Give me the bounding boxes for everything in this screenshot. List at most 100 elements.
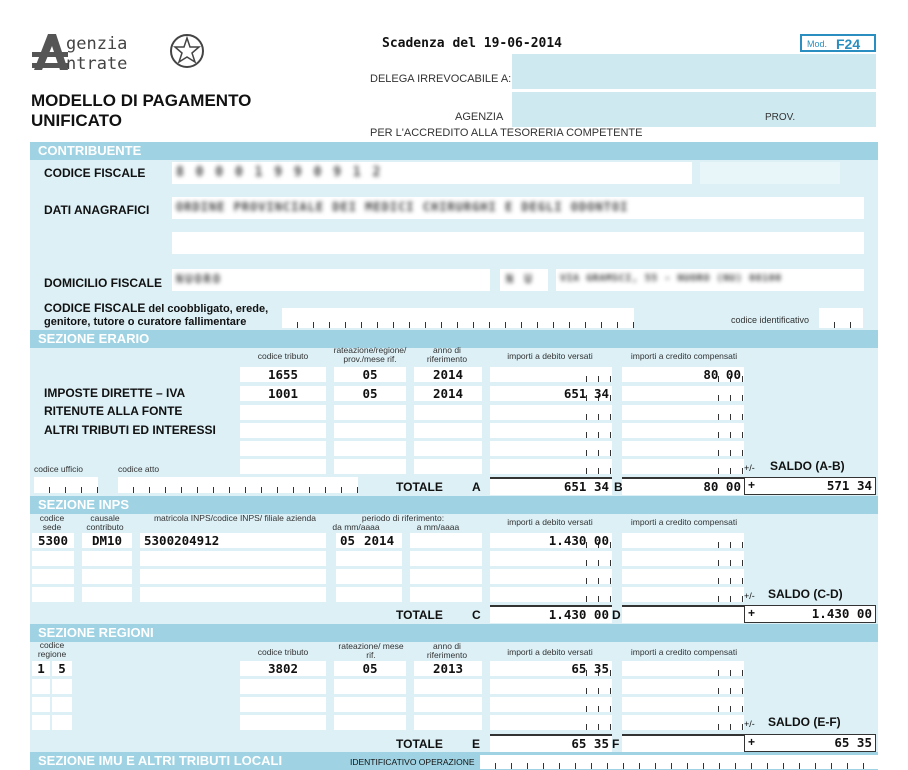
codice-ufficio-field[interactable] <box>34 477 98 493</box>
erario-debito-cell[interactable] <box>490 367 612 382</box>
regioni-credito-cell[interactable] <box>622 697 744 712</box>
erario-anno-cell[interactable]: 2014 <box>414 386 482 401</box>
regioni-codice-tributo-cell[interactable] <box>240 679 326 694</box>
inps-credito-cell[interactable] <box>622 587 744 602</box>
regioni-anno-cell[interactable]: 2013 <box>414 661 482 676</box>
regioni-totale-f-letter: F <box>612 737 620 751</box>
inps-matricola-cell[interactable]: 5300204912 <box>140 533 326 548</box>
erario-anno-cell[interactable] <box>414 441 482 456</box>
regioni-codice-regione-cell-2[interactable] <box>52 697 72 712</box>
erario-anno-cell[interactable] <box>414 405 482 420</box>
inps-a-cell[interactable] <box>410 587 482 602</box>
inps-sede-cell[interactable] <box>32 587 74 602</box>
inps-da-cell[interactable] <box>336 587 402 602</box>
erario-codice-cell[interactable] <box>240 423 326 438</box>
erario-codice-cell[interactable] <box>240 459 326 474</box>
inps-credito-cell[interactable] <box>622 569 744 584</box>
inps-matricola-cell[interactable] <box>140 569 326 584</box>
ragione-sociale-field[interactable]: ORDINE PROVINCIALE DEI MEDICI CHIRURGHI … <box>172 197 864 219</box>
regioni-codice-regione-cell-1[interactable]: 1 <box>32 661 50 676</box>
inps-matricola-cell[interactable] <box>140 587 326 602</box>
codice-identificativo-field[interactable] <box>819 308 863 328</box>
regioni-codice-tributo-cell[interactable]: 3802 <box>240 661 326 676</box>
erario-credito-cell[interactable] <box>622 423 744 438</box>
inps-sede-cell[interactable] <box>32 551 74 566</box>
erario-anno-cell[interactable]: 2014 <box>414 367 482 382</box>
inps-da-cell[interactable] <box>336 551 402 566</box>
codice-atto-field[interactable] <box>118 477 358 493</box>
inps-debito-cell[interactable] <box>490 551 612 566</box>
erario-codice-cell[interactable] <box>240 441 326 456</box>
regioni-credito-cell[interactable] <box>622 715 744 730</box>
erario-codice-cell[interactable] <box>240 405 326 420</box>
erario-credito-cell[interactable] <box>622 405 744 420</box>
regioni-codice-regione-cell-1[interactable] <box>32 679 50 694</box>
erario-credito-cell[interactable] <box>622 441 744 456</box>
regioni-codice-tributo-cell[interactable] <box>240 697 326 712</box>
erario-rateazione-cell[interactable] <box>334 423 406 438</box>
inps-causale-cell[interactable] <box>82 551 132 566</box>
regioni-credito-cell[interactable] <box>622 661 744 676</box>
coobbligato-field[interactable] <box>282 308 634 328</box>
inps-a-cell[interactable] <box>410 569 482 584</box>
regioni-credito-cell[interactable] <box>622 679 744 694</box>
regioni-codice-regione-cell-1[interactable] <box>32 697 50 712</box>
regioni-rateazione-cell[interactable]: 05 <box>334 661 406 676</box>
regioni-codice-regione-cell-2[interactable]: 5 <box>52 661 72 676</box>
codice-fiscale-field[interactable]: 8 0 0 0 1 9 9 0 9 1 2 <box>172 162 692 184</box>
regioni-debito-cell[interactable] <box>490 715 612 730</box>
erario-rateazione-cell[interactable] <box>334 405 406 420</box>
erario-rateazione-cell[interactable]: 05 <box>334 386 406 401</box>
erario-codice-cell[interactable]: 1001 <box>240 386 326 401</box>
erario-debito-cell[interactable] <box>490 441 612 456</box>
regioni-debito-cell[interactable] <box>490 679 612 694</box>
erario-credito-cell[interactable]: 80 00 <box>622 367 744 382</box>
regioni-anno-cell[interactable] <box>414 715 482 730</box>
inps-credito-cell[interactable] <box>622 551 744 566</box>
erario-credito-cell[interactable] <box>622 386 744 401</box>
inps-debito-cell[interactable] <box>490 569 612 584</box>
regioni-saldo-label: SALDO (E-F) <box>768 715 841 729</box>
inps-causale-cell[interactable]: DM10 <box>82 533 132 548</box>
erario-codice-cell[interactable]: 1655 <box>240 367 326 382</box>
comune-field[interactable]: NUORO <box>172 269 490 291</box>
erario-debito-cell[interactable] <box>490 423 612 438</box>
indirizzo-field[interactable]: VIA GRAMSCI, 55 - NUORO (NU) 08100 <box>556 269 864 291</box>
inps-credito-cell[interactable] <box>622 533 744 548</box>
regioni-rateazione-cell[interactable] <box>334 715 406 730</box>
regioni-anno-cell[interactable] <box>414 697 482 712</box>
erario-debito-cell[interactable] <box>490 405 612 420</box>
inps-sede-cell[interactable]: 5300 <box>32 533 74 548</box>
erario-debito-cell[interactable]: 651 34 <box>490 386 612 401</box>
inps-a-cell[interactable] <box>410 533 482 548</box>
inps-da-cell[interactable] <box>336 569 402 584</box>
agenzia-field[interactable] <box>512 92 876 127</box>
erario-debito-cell[interactable] <box>490 459 612 474</box>
regioni-debito-cell[interactable]: 65 35 <box>490 661 612 676</box>
inps-debito-cell[interactable] <box>490 587 612 602</box>
inps-matricola-cell[interactable] <box>140 551 326 566</box>
inps-debito-cell[interactable]: 1.430 00 <box>490 533 612 548</box>
regioni-anno-cell[interactable] <box>414 679 482 694</box>
erario-rateazione-cell[interactable] <box>334 441 406 456</box>
inps-a-cell[interactable] <box>410 551 482 566</box>
delega-field[interactable] <box>512 54 876 89</box>
provincia-field[interactable]: N U <box>500 269 548 291</box>
erario-credito-cell[interactable] <box>622 459 744 474</box>
imu-identificativo-field[interactable] <box>480 755 878 769</box>
regioni-codice-regione-cell-2[interactable] <box>52 679 72 694</box>
inps-causale-cell[interactable] <box>82 569 132 584</box>
regioni-rateazione-cell[interactable] <box>334 697 406 712</box>
regioni-codice-regione-cell-2[interactable] <box>52 715 72 730</box>
anagrafici-row2-field[interactable] <box>172 232 864 254</box>
erario-rateazione-cell[interactable]: 05 <box>334 367 406 382</box>
regioni-debito-cell[interactable] <box>490 697 612 712</box>
erario-anno-cell[interactable] <box>414 423 482 438</box>
inps-causale-cell[interactable] <box>82 587 132 602</box>
regioni-rateazione-cell[interactable] <box>334 679 406 694</box>
inps-sede-cell[interactable] <box>32 569 74 584</box>
regioni-codice-regione-cell-1[interactable] <box>32 715 50 730</box>
erario-rateazione-cell[interactable] <box>334 459 406 474</box>
erario-anno-cell[interactable] <box>414 459 482 474</box>
regioni-codice-tributo-cell[interactable] <box>240 715 326 730</box>
